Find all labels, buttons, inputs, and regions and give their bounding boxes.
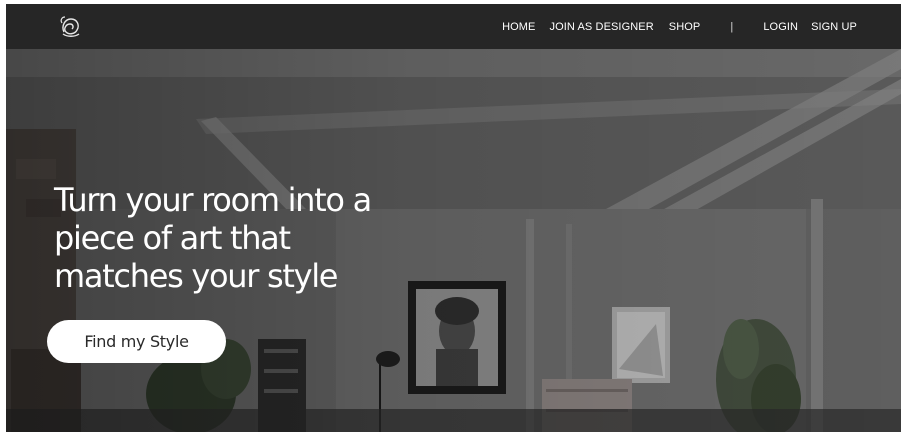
top-navbar: HOME JOIN AS DESIGNER SHOP | LOGIN SIGN … [6,4,901,49]
nav-links: HOME JOIN AS DESIGNER SHOP | LOGIN SIGN … [502,4,857,49]
hero-title-line-3: matches your style [54,257,339,295]
hero-title-line-2: piece of art that [54,219,291,257]
page-frame: HOME JOIN AS DESIGNER SHOP | LOGIN SIGN … [6,4,901,432]
nav-login-link[interactable]: LOGIN [763,21,798,33]
nav-join-designer-link[interactable]: JOIN AS DESIGNER [549,21,653,33]
nav-separator: | [730,20,734,33]
nav-signup-link[interactable]: SIGN UP [811,21,857,33]
hero-title: Turn your room into a piece of art that … [54,181,474,295]
hero-section: Turn your room into a piece of art that … [6,49,901,432]
find-my-style-button[interactable]: Find my Style [47,320,226,363]
hero-title-line-1: Turn your room into a [54,181,372,219]
nav-shop-link[interactable]: SHOP [669,21,701,33]
rose-logo-icon[interactable] [58,14,84,40]
nav-home-link[interactable]: HOME [502,21,535,33]
